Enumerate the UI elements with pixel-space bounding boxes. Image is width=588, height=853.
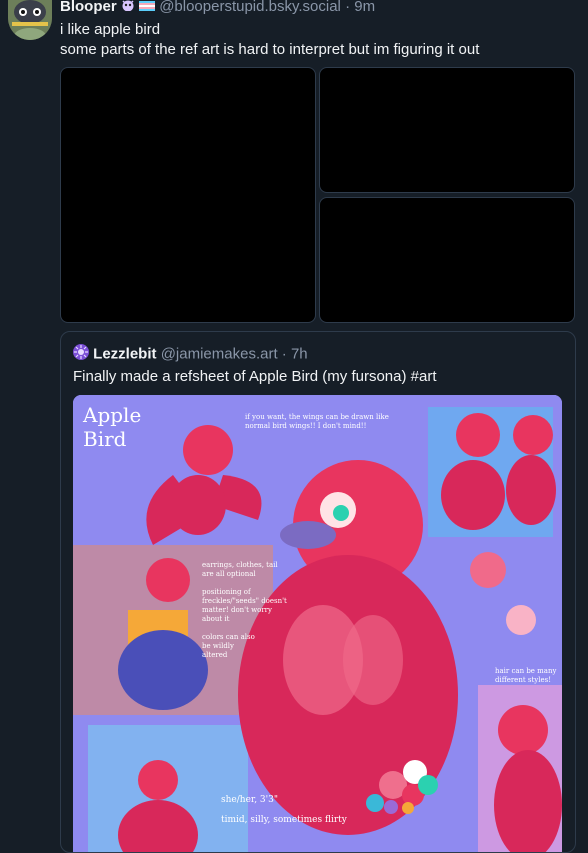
- author-avatar[interactable]: [8, 0, 52, 40]
- post-header: Blooper @blooperstupid.bsky.social · 9m: [60, 0, 375, 16]
- refsheet-side-notes: earrings, clothes, tail are all optional…: [202, 561, 287, 660]
- quote-text: Finally made a refsheet of Apple Bird (m…: [73, 368, 437, 385]
- note-line: earrings, clothes, tail: [202, 561, 278, 569]
- refsheet-wings-note-line1: if you want, the wings can be drawn like: [245, 413, 389, 421]
- refsheet-wings-note: if you want, the wings can be drawn like…: [245, 413, 389, 431]
- quote-author-name[interactable]: Lezzlebit: [93, 345, 156, 362]
- quoted-post[interactable]: Lezzlebit @jamiemakes.art · 7h Finally m…: [60, 331, 576, 853]
- note-line: positioning of: [202, 588, 251, 596]
- refsheet-image[interactable]: Apple Bird if you want, the wings can be…: [73, 395, 562, 852]
- post-image-1[interactable]: [60, 67, 316, 323]
- author-handle[interactable]: @blooperstupid.bsky.social: [159, 0, 341, 15]
- author-name[interactable]: Blooper: [60, 0, 117, 15]
- post-time[interactable]: 9m: [354, 0, 375, 15]
- note-line: be wildly: [202, 642, 234, 650]
- quote-author-handle[interactable]: @jamiemakes.art: [161, 345, 278, 362]
- refsheet-hair-note-line2: different styles!: [495, 676, 552, 684]
- refsheet-title: Apple Bird: [83, 403, 141, 451]
- refsheet-wings-note-line2: normal bird wings!! I don't mind!!: [245, 422, 367, 430]
- post-text-line-1: i like apple bird: [60, 21, 161, 38]
- note-line: are all optional: [202, 570, 256, 578]
- quote-time[interactable]: 7h: [291, 345, 308, 362]
- quote-time-separator: ·: [281, 345, 287, 363]
- refsheet-hair-note: hair can be many different styles!: [495, 667, 556, 685]
- post-image-3[interactable]: [319, 197, 575, 323]
- note-line: about it: [202, 615, 230, 623]
- note-line: [202, 624, 287, 633]
- refsheet-pronouns: she/her, 3'3": [221, 795, 278, 805]
- note-line: matter! don't worry: [202, 606, 272, 614]
- note-line: altered: [202, 651, 228, 659]
- refsheet-hair-note-line1: hair can be many: [495, 667, 557, 675]
- refsheet-title-line2: Bird: [83, 427, 127, 451]
- note-line: colors can also: [202, 633, 255, 641]
- refsheet-artwork: [73, 395, 562, 852]
- creature-emoji-icon: [121, 0, 135, 16]
- post-text-line-2: some parts of the ref art is hard to int…: [60, 41, 480, 58]
- time-separator: ·: [345, 0, 351, 15]
- note-line: freckles/"seeds" doesn't: [202, 597, 287, 605]
- post-image-2[interactable]: [319, 67, 575, 193]
- avatar-image: [8, 0, 52, 40]
- note-line: [202, 579, 287, 588]
- quoted-post-header: Lezzlebit @jamiemakes.art · 7h: [73, 344, 308, 365]
- refsheet-traits: timid, silly, sometimes flirty: [221, 815, 347, 825]
- trans-flag-icon: [139, 0, 156, 16]
- refsheet-title-line1: Apple: [83, 403, 142, 427]
- quote-author-avatar-icon: [73, 344, 89, 365]
